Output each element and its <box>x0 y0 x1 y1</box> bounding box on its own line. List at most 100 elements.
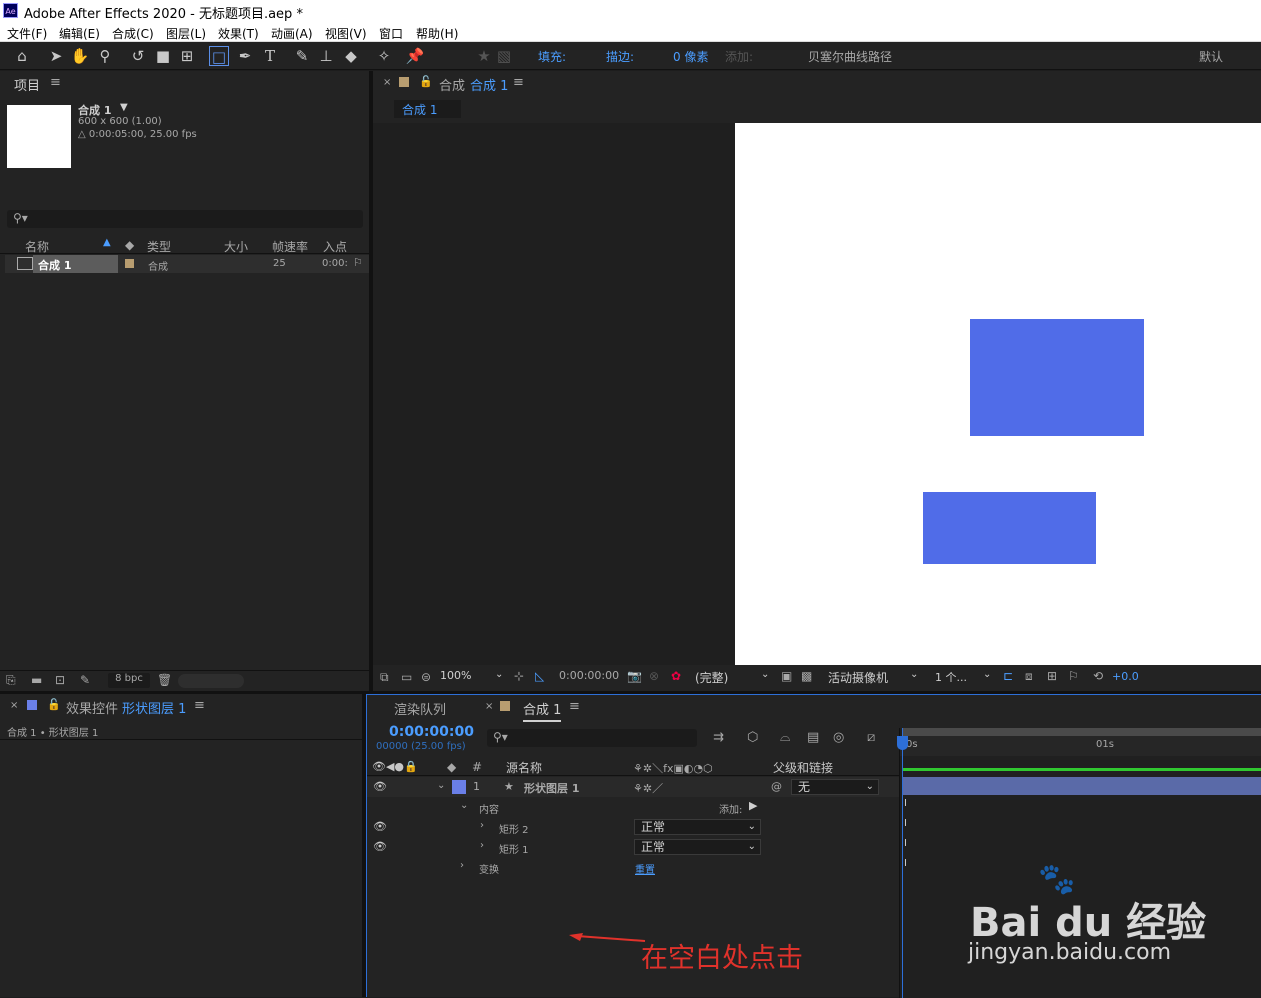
project-scrollbar[interactable] <box>178 674 244 688</box>
eye-icon[interactable]: 👁 <box>373 820 387 833</box>
work-area-bar[interactable] <box>902 728 1261 736</box>
clone-stamp-icon[interactable]: ⊥ <box>316 46 336 66</box>
flowchart-icon[interactable]: ⚐ <box>353 256 363 269</box>
twirl-down-icon[interactable]: ⌄ <box>460 800 468 811</box>
rectangle-icon[interactable]: □ <box>209 46 229 66</box>
blend-mode-dropdown[interactable]: 正常 ⌄ <box>634 839 761 855</box>
star-fill-icon[interactable]: ★ <box>474 46 494 66</box>
fill-none-icon[interactable]: ▧ <box>494 46 514 66</box>
rectangle-1-row[interactable]: 👁 › 矩形 1 正常 ⌄ <box>367 837 899 857</box>
timeline-icon[interactable]: ⊞ <box>1047 669 1057 683</box>
layer-row[interactable]: 👁 ⌄ 1 ★ 形状图层 1 ⚘✲／ @ 无 ⌄ <box>367 777 899 797</box>
project-item-name[interactable]: 合成 1 <box>33 255 118 273</box>
current-time-indicator[interactable] <box>902 728 903 998</box>
time-ruler[interactable]: 0s 01s <box>900 736 1261 756</box>
panel-menu-icon[interactable]: ≡ <box>569 699 580 714</box>
layer-label-swatch[interactable] <box>452 780 466 794</box>
puppet-pin-icon[interactable]: 📌 <box>405 46 425 66</box>
transform-label[interactable]: 变换 <box>479 861 499 876</box>
layer-duration-bar[interactable] <box>902 777 1261 795</box>
comp-canvas[interactable] <box>735 123 1261 665</box>
toggle-pixel-icon[interactable]: ⊏ <box>1003 669 1013 683</box>
col-parent[interactable]: 父级和链接 <box>773 759 833 776</box>
twirl-right-icon[interactable]: › <box>460 860 464 871</box>
layer-switches[interactable]: ⚘✲／ <box>633 780 663 796</box>
timeline-timecode[interactable]: 0:00:00:00 <box>389 724 474 740</box>
rectangle-2-row[interactable]: 👁 › 矩形 2 正常 ⌄ <box>367 817 899 837</box>
new-folder-icon[interactable]: ▬ <box>31 673 42 687</box>
twirl-right-icon[interactable]: › <box>480 840 484 851</box>
reset-link[interactable]: 重置 <box>635 861 655 876</box>
home-icon[interactable]: ⌂ <box>12 46 32 66</box>
show-snapshot-icon[interactable]: ⊗ <box>649 669 659 683</box>
eye-icon[interactable]: 👁 <box>373 780 387 793</box>
menu-layer[interactable]: 图层(L) <box>166 25 206 42</box>
effects-layer-name[interactable]: 形状图层 1 <box>122 698 186 717</box>
close-tab-icon[interactable]: × <box>485 701 493 712</box>
eraser-icon[interactable]: ◆ <box>341 46 361 66</box>
shape-rectangle-1[interactable] <box>923 492 1096 564</box>
region-icon[interactable]: ▣ <box>781 669 792 683</box>
menu-file[interactable]: 文件(F) <box>7 25 47 42</box>
frame-blending-icon[interactable]: ▤ <box>807 730 819 745</box>
fast-preview-icon[interactable]: ⧈ <box>1025 669 1033 684</box>
stroke-width-value[interactable]: 0 像素 <box>673 48 708 65</box>
timeline-comp-tab[interactable]: 合成 1 <box>523 699 562 722</box>
motion-blur-icon[interactable]: ◎ <box>833 730 844 745</box>
label-color-swatch[interactable] <box>125 259 134 268</box>
snapshot-icon[interactable]: 📷 <box>627 669 642 683</box>
selection-icon[interactable]: ➤ <box>46 46 66 66</box>
rotate-icon[interactable]: ↺ <box>128 46 148 66</box>
bpc-button[interactable]: 8 bpc <box>108 673 150 688</box>
viewer-timecode[interactable]: 0:00:00:00 <box>559 669 619 682</box>
close-tab-icon[interactable]: × <box>383 77 391 88</box>
zoom-dropdown[interactable]: 100% ⌄ <box>440 669 508 686</box>
col-size[interactable]: 大小 <box>224 238 248 255</box>
twirl-down-icon[interactable]: ⌄ <box>437 780 445 791</box>
panel-menu-icon[interactable]: ≡ <box>513 75 524 90</box>
close-tab-icon[interactable]: × <box>10 700 18 711</box>
brush-icon[interactable]: ✎ <box>292 46 312 66</box>
lock-icon[interactable]: 🔓 <box>47 698 61 711</box>
panel-menu-icon[interactable]: ≡ <box>194 698 205 713</box>
new-comp-icon[interactable]: ⊡ <box>55 673 65 687</box>
twirl-right-icon[interactable]: › <box>480 820 484 831</box>
interpret-footage-icon[interactable]: ⎘ <box>6 673 16 688</box>
draft-3d-icon[interactable]: ⬡ <box>747 730 758 745</box>
reset-exposure-icon[interactable]: ⟲ <box>1093 669 1103 683</box>
contents-row[interactable]: ⌄ 内容 添加: ▶ <box>367 797 899 817</box>
menu-animation[interactable]: 动画(A) <box>271 25 313 42</box>
pen-icon[interactable]: ✒ <box>235 46 255 66</box>
camera-dropdown[interactable]: 活动摄像机 ⌄ <box>828 669 918 686</box>
zoom-icon[interactable]: ⚲ <box>95 46 115 66</box>
timeline-search-input[interactable]: ⚲▾ <box>487 729 697 747</box>
col-name[interactable]: 名称 <box>25 238 49 255</box>
comp-tab-name[interactable]: 合成 1 <box>470 75 508 94</box>
roto-brush-icon[interactable]: ✧ <box>374 46 394 66</box>
pickwhip-icon[interactable]: @ <box>771 780 782 793</box>
resolution-dropdown[interactable]: (完整) ⌄ <box>695 669 769 686</box>
add-menu-icon[interactable]: ▶ <box>749 799 757 812</box>
channel-icon[interactable]: ✿ <box>671 669 681 683</box>
col-in[interactable]: 入点 <box>323 238 347 255</box>
transparency-icon[interactable]: ▩ <box>801 669 812 683</box>
views-dropdown[interactable]: 1 个... ⌄ <box>935 669 991 685</box>
panel-menu-icon[interactable]: ≡ <box>50 75 61 90</box>
shy-icon[interactable]: ⌓ <box>780 730 790 745</box>
comp-subtab[interactable]: 合成 1 <box>394 100 461 118</box>
comp-viewer[interactable] <box>373 123 1261 665</box>
pan-behind-icon[interactable]: ⊞ <box>177 46 197 66</box>
project-item-row[interactable]: 合成 1 合成 25 0:00: ⚐ <box>5 255 369 273</box>
menu-edit[interactable]: 编辑(E) <box>59 25 100 42</box>
menu-view[interactable]: 视图(V) <box>325 25 367 42</box>
comp-dropdown-icon[interactable]: ▼ <box>120 102 128 113</box>
menu-window[interactable]: 窗口 <box>379 25 403 42</box>
render-queue-tab[interactable]: 渲染队列 <box>394 699 446 718</box>
adjust-icon[interactable]: ✎ <box>80 673 90 687</box>
playhead-handle[interactable] <box>897 736 908 750</box>
hand-icon[interactable]: ✋ <box>70 46 90 66</box>
camera-icon[interactable]: ■ <box>153 46 173 66</box>
comp-mini-flowchart-icon[interactable]: ⇉ <box>713 730 724 745</box>
col-source-name[interactable]: 源名称 <box>506 759 542 776</box>
exposure-value[interactable]: +0.0 <box>1112 670 1139 683</box>
